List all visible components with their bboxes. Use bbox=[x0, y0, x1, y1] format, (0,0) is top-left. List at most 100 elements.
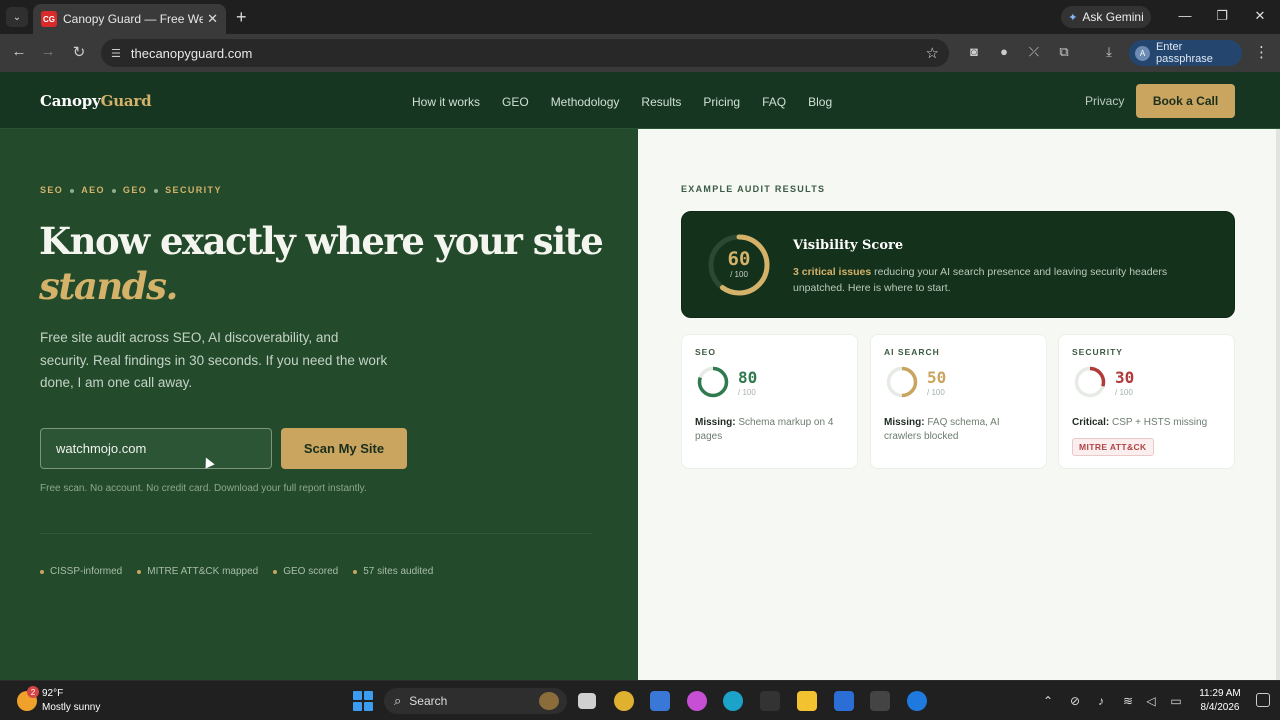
example-audit-label: EXAMPLE AUDIT RESULTS bbox=[681, 184, 826, 194]
clock-time[interactable]: 11:29 AM bbox=[1197, 688, 1243, 699]
extension-circle-icon[interactable]: ● bbox=[995, 44, 1013, 59]
scan-fineprint: Free scan. No account. No credit card. D… bbox=[40, 483, 367, 494]
hero-description: Free site audit across SEO, AI discovera… bbox=[40, 330, 388, 390]
scan-my-site-button[interactable]: Scan My Site bbox=[281, 428, 407, 469]
browser-menu-kebab-icon[interactable]: ⋮ bbox=[1254, 43, 1269, 61]
ai-search-score-ring bbox=[886, 366, 918, 398]
extensions-puzzle-icon[interactable]: ⧉ bbox=[1055, 44, 1073, 60]
new-tab-plus-icon[interactable]: + bbox=[236, 7, 247, 27]
trust-badge: MITRE ATT&CK mapped bbox=[137, 566, 258, 577]
wifi-icon[interactable]: ≋ bbox=[1120, 694, 1136, 708]
site-logo[interactable]: CanopyGuard bbox=[40, 92, 152, 110]
copilot-app-icon[interactable] bbox=[687, 691, 707, 711]
trust-badge: GEO scored bbox=[273, 566, 338, 577]
tab-close-icon[interactable]: ✕ bbox=[207, 11, 218, 27]
tab-search-chevron-icon[interactable]: ⌄ bbox=[6, 7, 28, 27]
taskbar-search[interactable]: ⌕ Search bbox=[384, 688, 567, 714]
visibility-score-description: 3 critical issues reducing your AI searc… bbox=[793, 266, 1168, 294]
hero-headline-accent: stands. bbox=[39, 264, 178, 308]
tray-chevron-icon[interactable]: ⌃ bbox=[1040, 694, 1056, 708]
download-icon[interactable]: ⤓ bbox=[1100, 44, 1118, 60]
seo-score-ring bbox=[697, 366, 729, 398]
gemini-sparkle-icon: ✦ bbox=[1068, 11, 1078, 24]
camera-icon[interactable]: ◙ bbox=[965, 44, 983, 59]
hero-divider bbox=[40, 533, 592, 534]
outlook-app-icon[interactable] bbox=[834, 691, 854, 711]
hero-eyebrow: SEO AEO GEO SECURITY bbox=[40, 185, 222, 195]
files-app-icon[interactable] bbox=[797, 691, 817, 711]
windows-start-icon[interactable] bbox=[353, 691, 373, 711]
nav-how-it-works[interactable]: How it works bbox=[412, 95, 480, 109]
trust-badges: CISSP-informed MITRE ATT&CK mapped GEO s… bbox=[40, 566, 448, 577]
reload-icon[interactable]: ↻ bbox=[69, 43, 89, 61]
microphone-icon[interactable]: ♪ bbox=[1093, 694, 1109, 708]
ai-search-score-value: 50 bbox=[927, 368, 947, 387]
weather-alert-badge: 2 bbox=[27, 686, 39, 698]
visibility-score-max: / 100 bbox=[730, 270, 748, 279]
forward-arrow-icon[interactable]: → bbox=[38, 43, 58, 60]
passphrase-button[interactable]: A Enter passphrase bbox=[1129, 40, 1242, 66]
site-url-input[interactable]: watchmojo.com bbox=[40, 428, 272, 469]
hero-section: SEO AEO GEO SECURITY Know exactly where you… bbox=[0, 129, 638, 680]
page-scrollbar[interactable] bbox=[1276, 129, 1280, 680]
website-viewport: CanopyGuard How it works GEO Methodology… bbox=[0, 72, 1280, 680]
bolt-app-icon[interactable] bbox=[760, 691, 780, 711]
tab-title: Canopy Guard — Free Website bbox=[63, 12, 204, 26]
ask-gemini-label: Ask Gemini bbox=[1082, 10, 1144, 24]
ai-search-finding: Missing: FAQ schema, AI crawlers blocked bbox=[884, 417, 1000, 442]
privacy-link[interactable]: Privacy bbox=[1085, 94, 1124, 108]
security-score-card: SECURITY 30 / 100 Critical: CSP + HSTS m… bbox=[1058, 334, 1235, 469]
nav-methodology[interactable]: Methodology bbox=[551, 95, 620, 109]
security-score-value: 30 bbox=[1115, 368, 1135, 387]
weather-description: Mostly sunny bbox=[42, 702, 101, 713]
hero-headline: Know exactly where your site stands. bbox=[39, 219, 619, 309]
search-icon: ⌕ bbox=[394, 693, 402, 708]
visibility-score-card: 60 / 100 Visibility Score 3 critical iss… bbox=[681, 211, 1235, 318]
address-bar[interactable]: ☰ thecanopyguard.com ☆ bbox=[101, 39, 949, 67]
visibility-score-value: 60 bbox=[727, 248, 751, 270]
chat-app-icon[interactable] bbox=[907, 691, 927, 711]
site-info-tune-icon[interactable]: ☰ bbox=[111, 47, 121, 60]
tray-network-off-icon[interactable]: ⊘ bbox=[1067, 694, 1083, 708]
seo-finding: Missing: Schema markup on 4 pages bbox=[695, 417, 834, 442]
nav-faq[interactable]: FAQ bbox=[762, 95, 786, 109]
volume-icon[interactable]: ◁ bbox=[1143, 694, 1159, 708]
extension-crossed-icon[interactable]: ⤫ bbox=[1025, 44, 1043, 60]
nav-pricing[interactable]: Pricing bbox=[703, 95, 740, 109]
passphrase-label: Enter passphrase bbox=[1155, 41, 1213, 65]
task-view-icon[interactable] bbox=[578, 693, 596, 709]
seo-score-card: SEO 80 / 100 Missing: Schema markup on 4… bbox=[681, 334, 858, 469]
browser-tab-strip: ⌄ CG Canopy Guard — Free Website ✕ + ✦ A… bbox=[0, 0, 1280, 34]
nav-results[interactable]: Results bbox=[641, 95, 681, 109]
ai-search-score-card: AI SEARCH 50 / 100 Missing: FAQ schema, … bbox=[870, 334, 1047, 469]
ask-gemini-button[interactable]: ✦ Ask Gemini bbox=[1061, 6, 1151, 28]
chrome-app-icon[interactable] bbox=[614, 691, 634, 711]
book-call-button[interactable]: Book a Call bbox=[1136, 84, 1235, 118]
browser-toolbar: ← → ↻ ☰ thecanopyguard.com ☆ ◙ ● ⤫ ⧉ ⤓ A… bbox=[0, 34, 1280, 72]
seo-score-value: 80 bbox=[738, 368, 758, 387]
store-app-icon[interactable] bbox=[650, 691, 670, 711]
site-favicon-icon: CG bbox=[41, 11, 57, 27]
address-url: thecanopyguard.com bbox=[130, 45, 253, 61]
terminal-app-icon[interactable] bbox=[870, 691, 890, 711]
taskbar-search-label: Search bbox=[409, 694, 448, 708]
weather-temperature: 92°F bbox=[42, 688, 64, 699]
mitre-attack-tag: MITRE ATT&CK bbox=[1072, 438, 1154, 456]
window-close-icon[interactable]: ✕ bbox=[1250, 8, 1270, 24]
back-arrow-icon[interactable]: ← bbox=[9, 43, 29, 60]
window-minimize-icon[interactable]: — bbox=[1175, 8, 1195, 23]
browser-tab-active[interactable]: CG Canopy Guard — Free Website ✕ bbox=[33, 4, 226, 34]
security-finding: Critical: CSP + HSTS missing bbox=[1072, 417, 1208, 428]
battery-icon[interactable]: ▭ bbox=[1168, 694, 1184, 708]
nav-geo[interactable]: GEO bbox=[502, 95, 529, 109]
trust-badge: CISSP-informed bbox=[40, 566, 122, 577]
clock-date[interactable]: 8/4/2026 bbox=[1197, 702, 1243, 713]
audit-preview-panel: EXAMPLE AUDIT RESULTS 60 / 100 Visibilit… bbox=[638, 129, 1276, 680]
site-header: CanopyGuard How it works GEO Methodology… bbox=[0, 72, 1280, 129]
notifications-icon[interactable] bbox=[1256, 693, 1270, 707]
nav-blog[interactable]: Blog bbox=[808, 95, 832, 109]
main-nav: How it works GEO Methodology Results Pri… bbox=[412, 95, 854, 109]
bookmark-star-icon[interactable]: ☆ bbox=[926, 44, 939, 62]
window-maximize-icon[interactable]: ❐ bbox=[1212, 8, 1232, 24]
edge-app-icon[interactable] bbox=[723, 691, 743, 711]
